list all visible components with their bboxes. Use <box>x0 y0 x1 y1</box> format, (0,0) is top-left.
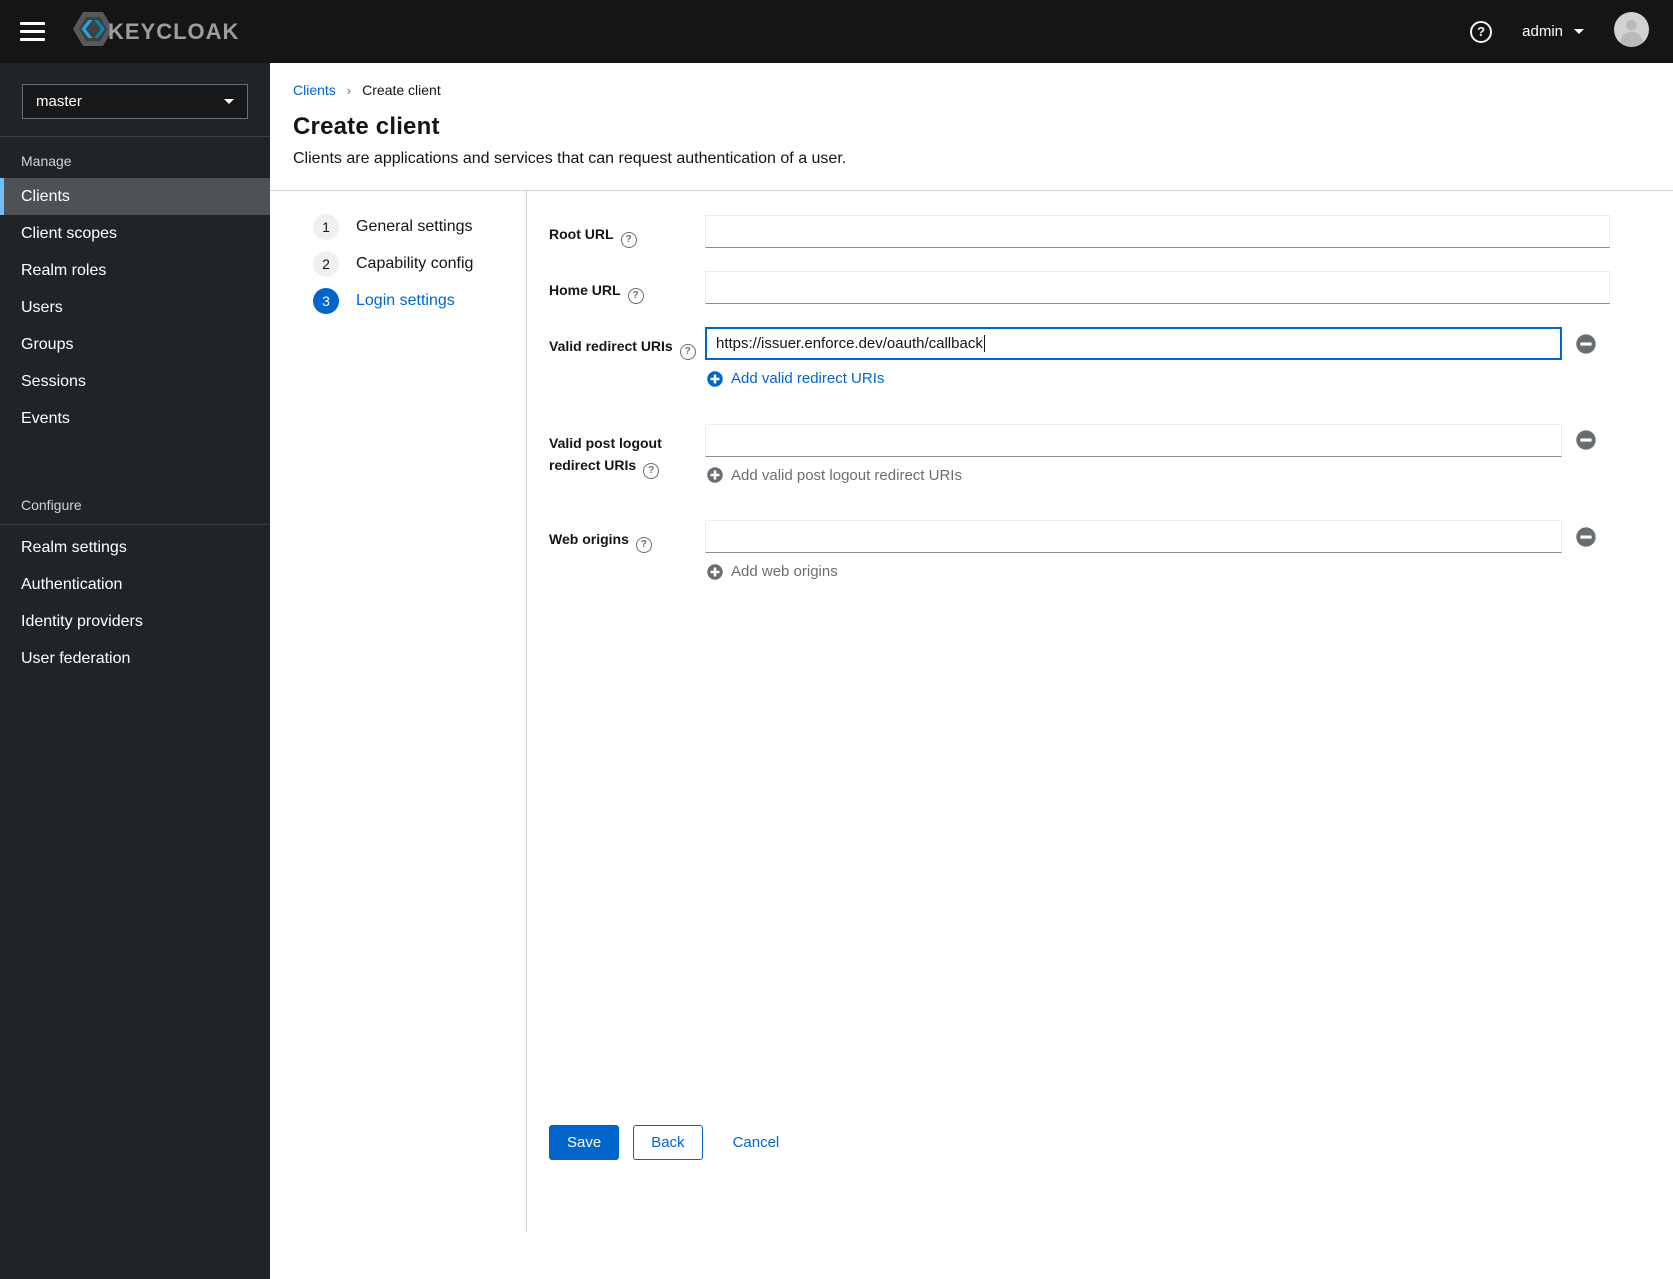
main-content: Clients › Create client Create client Cl… <box>270 63 1673 1279</box>
plus-circle-icon <box>707 370 723 387</box>
username: admin <box>1522 23 1563 40</box>
wizard-step-general-settings[interactable]: 1 General settings <box>313 214 526 240</box>
save-button[interactable]: Save <box>549 1125 620 1160</box>
wizard-actions: Save Back Cancel <box>549 1125 1610 1160</box>
web-origins-label: Web origins? <box>549 520 705 553</box>
chevron-down-icon <box>1574 29 1584 34</box>
nav-section-title: Manage <box>21 153 72 169</box>
sidebar-item-events[interactable]: Events <box>0 400 270 437</box>
brand-text: KEYCLOAK <box>108 18 240 44</box>
help-icon[interactable]: ? <box>620 232 637 248</box>
sidebar-item-user-federation[interactable]: User federation <box>0 640 270 677</box>
home-url-input[interactable] <box>705 271 1610 304</box>
nav-section-configure: Configure Realm settings Authentication … <box>0 481 270 677</box>
keycloak-logo: KEYCLOAK <box>73 11 239 52</box>
back-button[interactable]: Back <box>633 1125 703 1160</box>
page-title: Create client <box>293 113 440 140</box>
help-icon[interactable]: ? <box>643 462 660 479</box>
sidebar-item-authentication[interactable]: Authentication <box>0 566 270 603</box>
valid-post-logout-redirect-uris-label: Valid post logout redirect URIs? <box>549 424 705 479</box>
sidebar-item-client-scopes[interactable]: Client scopes <box>0 215 270 252</box>
help-icon[interactable]: ? <box>627 288 644 304</box>
sidebar-item-realm-roles[interactable]: Realm roles <box>0 252 270 289</box>
valid-post-logout-redirect-uris-row: Valid post logout redirect URIs? Add val… <box>549 423 1610 489</box>
valid-redirect-uris-input[interactable]: https://issuer.enforce.dev/oauth/callbac… <box>705 327 1562 360</box>
root-url-row: Root URL? <box>549 215 1610 248</box>
nav-toggle-icon[interactable] <box>18 18 47 45</box>
text-cursor <box>983 335 985 352</box>
wizard-nav: 1 General settings 2 Capability config 3… <box>270 191 527 1232</box>
sidebar-item-groups[interactable]: Groups <box>0 326 270 363</box>
sidebar-item-identity-providers[interactable]: Identity providers <box>0 603 270 640</box>
login-settings-form: Root URL? Home URL? Valid redirect URIs … <box>527 191 1673 1279</box>
root-url-input[interactable] <box>705 215 1610 248</box>
valid-redirect-uris-label: Valid redirect URIs? <box>549 327 705 360</box>
sidebar-item-sessions[interactable]: Sessions <box>0 363 270 400</box>
realm-selector[interactable]: master <box>22 84 248 119</box>
help-icon[interactable]: ? <box>679 344 696 360</box>
add-valid-redirect-uris-button[interactable]: Add valid redirect URIs <box>707 370 884 387</box>
page-subtitle: Clients are applications and services th… <box>293 150 847 167</box>
help-icon[interactable]: ? <box>1470 20 1493 43</box>
nav-section-title: Configure <box>0 481 270 525</box>
plus-circle-icon <box>707 467 723 483</box>
breadcrumb-clients-link[interactable]: Clients <box>293 82 336 98</box>
help-icon[interactable]: ? <box>635 537 652 553</box>
valid-redirect-uris-row: Valid redirect URIs? https://issuer.enfo… <box>549 327 1610 392</box>
cancel-button[interactable]: Cancel <box>733 1126 780 1159</box>
chevron-down-icon <box>224 99 234 104</box>
web-origins-input[interactable] <box>705 520 1562 553</box>
keycloak-logo-icon <box>73 11 113 52</box>
remove-redirect-uri-button[interactable] <box>1576 333 1596 354</box>
step-number: 3 <box>313 288 339 314</box>
breadcrumb: Clients › Create client <box>293 82 1649 98</box>
step-number: 1 <box>313 214 339 240</box>
root-url-label: Root URL? <box>549 215 705 248</box>
nav-section-manage: Manage Clients Client scopes Realm roles… <box>0 137 270 437</box>
wizard-step-login-settings[interactable]: 3 Login settings <box>313 288 526 314</box>
sidebar-item-users[interactable]: Users <box>0 289 270 326</box>
chevron-right-icon: › <box>346 82 352 98</box>
sidebar-item-clients[interactable]: Clients <box>0 178 270 215</box>
page-header: Clients › Create client Create client Cl… <box>270 63 1673 191</box>
remove-web-origin-button[interactable] <box>1576 526 1596 547</box>
plus-circle-icon <box>707 563 723 580</box>
realm-selector-value: master <box>36 93 82 110</box>
web-origins-row: Web origins? Add web origins <box>549 520 1610 585</box>
remove-post-logout-uri-button[interactable] <box>1576 430 1596 450</box>
home-url-row: Home URL? <box>549 271 1610 304</box>
user-menu[interactable]: admin <box>1522 23 1584 40</box>
valid-post-logout-redirect-uris-input[interactable] <box>705 423 1562 457</box>
sidebar: master Manage Clients Client scopes Real… <box>0 63 270 1279</box>
masthead: KEYCLOAK ? admin <box>0 0 1673 63</box>
step-number: 2 <box>313 251 339 277</box>
home-url-label: Home URL? <box>549 271 705 304</box>
breadcrumb-current: Create client <box>362 82 441 98</box>
avatar[interactable] <box>1614 11 1649 52</box>
add-valid-post-logout-redirect-uris-button[interactable]: Add valid post logout redirect URIs <box>707 467 962 484</box>
sidebar-item-realm-settings[interactable]: Realm settings <box>0 529 270 566</box>
wizard-step-capability-config[interactable]: 2 Capability config <box>313 251 526 277</box>
add-web-origins-button[interactable]: Add web origins <box>707 563 838 580</box>
